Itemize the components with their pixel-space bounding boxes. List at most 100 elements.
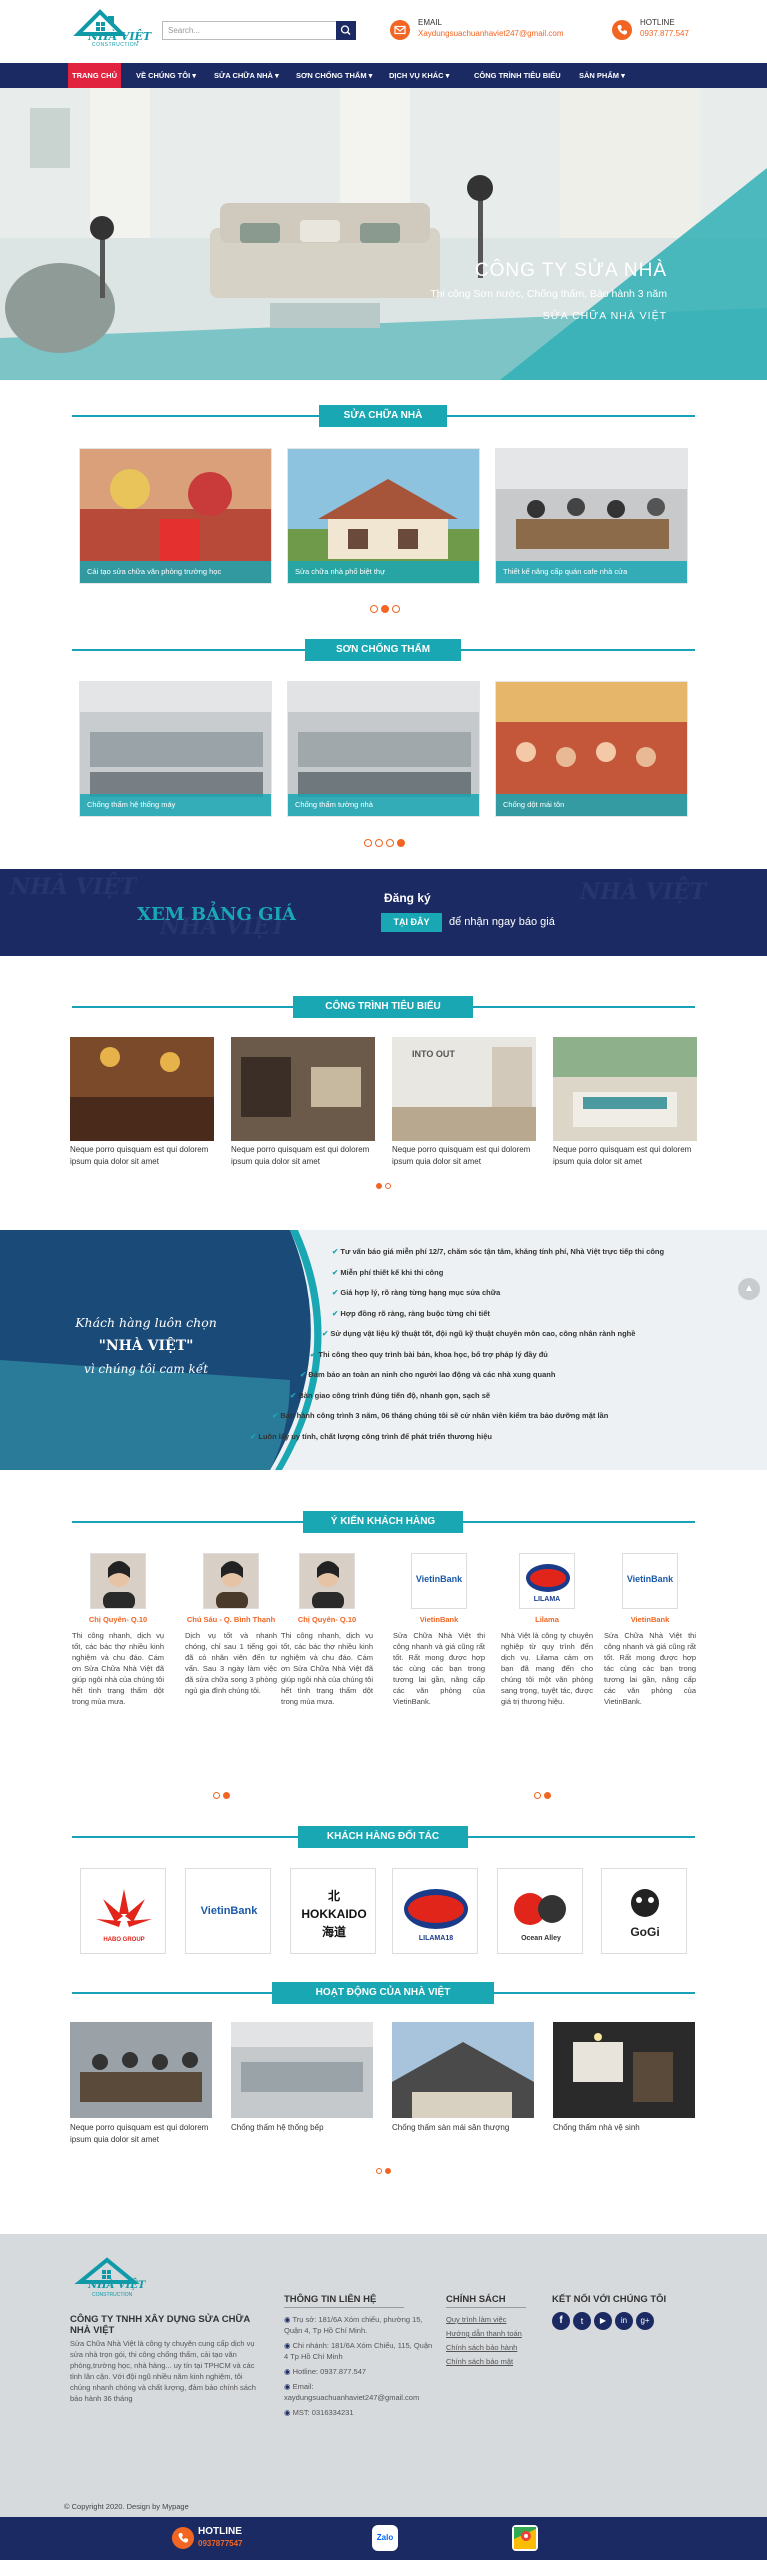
contact-line[interactable]: ◉ Email: xaydungsuachuanhaviet247@gmail.… xyxy=(284,2381,434,2403)
carousel-dot-active[interactable] xyxy=(381,605,389,613)
carousel-dot[interactable] xyxy=(213,1792,220,1799)
project-image-3[interactable]: INTO OUT xyxy=(392,1037,536,1141)
partner-vietinbank[interactable]: VietinBank xyxy=(185,1868,271,1954)
partner-habo[interactable]: HABO GROUP xyxy=(80,1868,166,1954)
policy-link[interactable]: Chính sách bảo hành xyxy=(446,2342,546,2353)
watermark-text: NHÀ VIỆT xyxy=(10,874,137,900)
footer-social-title: KẾT NỐI VỚI CHÚNG TÔI xyxy=(552,2294,667,2305)
hotline-info: HOTLINE 0937.877.547 xyxy=(640,18,689,38)
paint-card-1[interactable]: Chống thấm hệ thống máy xyxy=(79,681,272,817)
project-image-4[interactable] xyxy=(553,1037,697,1141)
carousel-dot[interactable] xyxy=(534,1792,541,1799)
nav-services[interactable]: DỊCH VỤ KHÁC ▾ xyxy=(385,63,453,88)
zalo-button[interactable]: Zalo xyxy=(372,2525,398,2551)
nav-projects[interactable]: CÔNG TRÌNH TIÊU BIỂU xyxy=(470,63,565,88)
carousel-dot-active[interactable] xyxy=(544,1792,551,1799)
hotline-value[interactable]: 0937.877.547 xyxy=(640,29,689,38)
partner-lilama[interactable]: LILAMA18 xyxy=(392,1868,478,1954)
partner-name: LILAMA18 xyxy=(418,1935,454,1942)
nav-repair[interactable]: SỬA CHỮA NHÀ ▾ xyxy=(210,63,283,88)
nav-products[interactable]: SẢN PHẨM ▾ xyxy=(575,63,629,88)
nav-about[interactable]: VỀ CHÚNG TÔI ▾ xyxy=(132,63,200,88)
nav-home[interactable]: TRANG CHỦ xyxy=(68,63,121,88)
logo-text: NHÀ VIỆT xyxy=(88,2280,146,2291)
carousel-dot[interactable] xyxy=(375,839,383,847)
linkedin-icon[interactable]: in xyxy=(615,2312,633,2330)
search-button[interactable] xyxy=(336,21,356,40)
section-title-repair: SỬA CHỮA NHÀ xyxy=(0,405,767,427)
activity-card-1[interactable]: Neque porro quisquam est qui dolorem ips… xyxy=(70,2022,212,2146)
commitment-text: Luôn lấy uy tính, chất lượng công trình … xyxy=(258,1431,492,1441)
partner-name: Ocean Alley xyxy=(521,1935,561,1942)
policy-link[interactable]: Hướng dẫn thanh toán xyxy=(446,2328,546,2339)
commit-line-3: vì chúng tôi cam kết xyxy=(83,1362,209,1376)
project-caption: Neque porro quisquam est qui dolorem ips… xyxy=(70,1145,209,1166)
footer-policy-title: CHÍNH SÁCH xyxy=(446,2294,506,2305)
nav-paint[interactable]: SƠN CHỐNG THẤM ▾ xyxy=(292,63,376,88)
banner-title: CÔNG TY SỬA NHÀ xyxy=(474,260,667,281)
carousel-dot-active[interactable] xyxy=(397,839,405,847)
section-heading: HOẠT ĐỘNG CỦA NHÀ VIỆT xyxy=(272,1982,494,2004)
testimonial-name: Chị Quyên- Q.10 xyxy=(297,1615,357,1624)
main-nav: TRANG CHỦ VỀ CHÚNG TÔI ▾ SỬA CHỮA NHÀ ▾ … xyxy=(0,63,767,88)
commitment-text: Bàn giao công trình đúng tiến độ, nhanh … xyxy=(298,1390,491,1400)
logo[interactable]: NHÀ VIỆT CONSTRUCTION xyxy=(70,8,151,54)
footer-policy-list: Quy trình làm việc Hướng dẫn thanh toán Ch… xyxy=(446,2314,546,2370)
map-button[interactable] xyxy=(512,2525,538,2551)
activity-card-4[interactable]: Chống thấm nhà vệ sinh xyxy=(553,2022,695,2134)
carousel-dot-active[interactable] xyxy=(385,2168,391,2174)
carousel-dot[interactable] xyxy=(386,839,394,847)
contact-text: Email: xaydungsuachuanhaviet247@gmail.co… xyxy=(284,2382,420,2402)
paint-card-3[interactable]: Chống dột mái tôn xyxy=(495,681,688,817)
testimonial-text: Thi công nhanh, dịch vụ tốt, các bác thợ… xyxy=(281,1631,373,1706)
testimonial-card: Chú Sáu - Q. Bình Thạnh Dịch vụ tốt và nh… xyxy=(185,1553,277,1763)
carousel-dot[interactable] xyxy=(364,839,372,847)
hotline-number[interactable]: 0937877547 xyxy=(198,2539,243,2548)
avatar xyxy=(90,1553,146,1609)
commitment-item: ✔ Hợp đồng rõ ràng, ràng buộc từng chi t… xyxy=(332,1309,490,1318)
phone-icon[interactable] xyxy=(172,2527,194,2549)
carousel-dot[interactable] xyxy=(370,605,378,613)
policy-link[interactable]: Quy trình làm việc xyxy=(446,2314,546,2325)
search-input[interactable]: Search... xyxy=(162,21,356,40)
register-here-button[interactable]: TẠI ĐÂY xyxy=(381,913,442,932)
carousel-dot[interactable] xyxy=(392,605,400,613)
activity-card-3[interactable]: Chống thấm sàn mái sân thượng xyxy=(392,2022,534,2134)
twitter-icon[interactable]: t xyxy=(573,2312,591,2330)
carousel-dot[interactable] xyxy=(376,2168,382,2174)
footer-logo[interactable]: NHÀ VIỆT CONSTRUCTION xyxy=(72,2256,146,2300)
carousel-dot-active[interactable] xyxy=(376,1183,382,1189)
email-label: EMAIL xyxy=(418,18,443,27)
contact-bullet-icon: ◉ xyxy=(284,2408,293,2417)
youtube-icon[interactable]: ▶ xyxy=(594,2312,612,2330)
email-value[interactable]: Xaydungsuachuanhaviet247@gmail.com xyxy=(418,29,564,38)
carousel-dot[interactable] xyxy=(385,1183,391,1189)
repair-card-2[interactable]: Sửa chữa nhà phố biệt thự xyxy=(287,448,480,584)
testimonial-name: Lilama xyxy=(535,1615,559,1624)
project-image-2[interactable] xyxy=(231,1037,375,1141)
repair-card-3[interactable]: Thiết kế nâng cấp quán cafe nhà cửa xyxy=(495,448,688,584)
carousel-dot-active[interactable] xyxy=(223,1792,230,1799)
testimonial-card: Chị Quyên- Q.10 Thi công nhanh, dịch vụ t… xyxy=(72,1553,164,1763)
partner-hokkaido[interactable]: 北 HOKKAIDO 海道 xyxy=(290,1868,376,1954)
activity-card-2[interactable]: Chống thấm hệ thống bếp xyxy=(231,2022,373,2134)
partner-gogi[interactable]: GoGi xyxy=(601,1868,687,1954)
partner-ocean-alley[interactable]: Ocean Alley xyxy=(497,1868,583,1954)
project-image-1[interactable] xyxy=(70,1037,214,1141)
repair-card-1[interactable]: Cải tạo sửa chữa văn phòng trường học xyxy=(79,448,272,584)
search-icon xyxy=(340,25,351,36)
projects-carousel-dots xyxy=(376,1183,391,1189)
testimonial-name: VietinBank xyxy=(419,1615,459,1624)
policy-link[interactable]: Chính sách bảo mật xyxy=(446,2356,546,2367)
commitment-item: ✔ Luôn lấy uy tính, chất lượng công trìn… xyxy=(250,1432,492,1441)
contact-line[interactable]: ◉ Hotline: 0937.877.547 xyxy=(284,2366,434,2377)
paint-card-2[interactable]: Chống thấm tường nhà xyxy=(287,681,480,817)
pricing-title: XEM BẢNG GIÁ xyxy=(137,904,296,925)
google-plus-icon[interactable]: g+ xyxy=(636,2312,654,2330)
facebook-icon[interactable]: f xyxy=(552,2312,570,2330)
phone-icon xyxy=(612,20,632,40)
commitment-text: Giá hợp lý, rõ ràng từng hạng mục sửa ch… xyxy=(340,1288,501,1297)
scroll-top-button[interactable]: ▲ xyxy=(738,1278,760,1300)
paint-carousel-dots xyxy=(364,839,405,847)
commitment-item: ✔ Tư vấn báo giá miễn phí 12/7, chăm sóc… xyxy=(332,1247,664,1256)
